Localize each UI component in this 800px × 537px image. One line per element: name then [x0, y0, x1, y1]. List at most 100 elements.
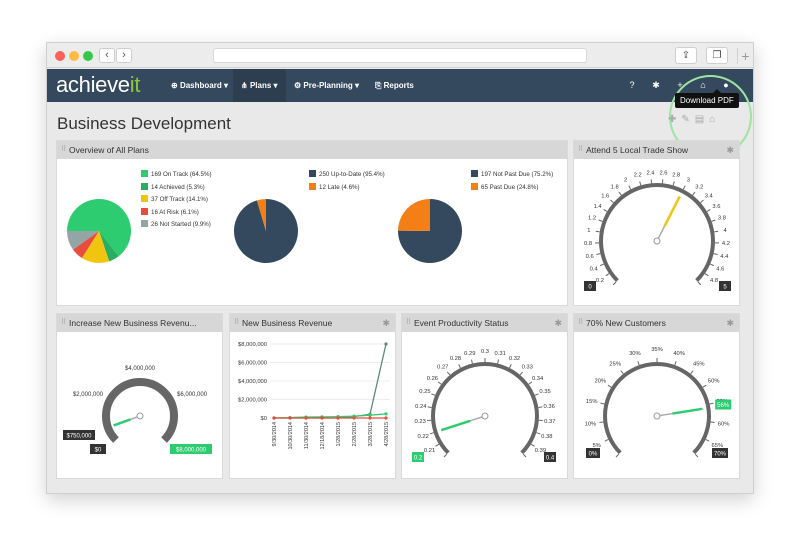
- gauge-tick: [596, 253, 601, 256]
- gauge-tick: [598, 219, 603, 222]
- nav-reports[interactable]: ⎘ Reports: [367, 69, 422, 102]
- due-legend: 197 Not Past Due (75.2%) 65 Past Due (24…: [471, 170, 553, 195]
- gauge-tick-label: 4.4: [720, 254, 729, 260]
- help-icon[interactable]: ?: [625, 69, 639, 102]
- data-point: [304, 416, 308, 420]
- drag-handle-icon[interactable]: ⠿: [234, 314, 239, 332]
- data-point: [288, 416, 292, 420]
- gauge-tick-label: 1.4: [594, 204, 603, 210]
- data-point: [272, 416, 276, 420]
- data-point: [320, 416, 324, 420]
- home-icon[interactable]: ⌂: [709, 114, 715, 125]
- drag-handle-icon[interactable]: ⠿: [61, 314, 66, 332]
- back-icon[interactable]: ‹: [99, 48, 115, 63]
- gear-icon[interactable]: ✱: [649, 69, 663, 102]
- revenue-line-chart: $0 $2,000,000 $4,000,000 $6,000,000 $8,000,0…: [238, 342, 390, 450]
- gauge-tick: [603, 209, 608, 212]
- gauge-tick-label: 3: [687, 178, 690, 184]
- close-window-icon[interactable]: [55, 51, 65, 61]
- new-customers-panel: ⠿ 70% New Customers ✱ 5% 10% 15% 20% 25% 30% 35%…: [573, 313, 740, 479]
- gauge-tick: [612, 281, 617, 286]
- gauge-tick: [704, 273, 709, 277]
- gauge-tick-label: 0.2: [596, 278, 604, 284]
- gauge-tick-label: 1.2: [588, 216, 596, 222]
- gauge-tick: [446, 371, 451, 376]
- gauge-tick-label: 40%: [673, 351, 685, 357]
- browser-chrome: ‹ › ⇪ ❐ +: [47, 43, 753, 68]
- gauge-tick-label: 3.2: [695, 184, 703, 190]
- gauge-tick: [639, 181, 642, 186]
- gauge-tick: [509, 364, 512, 369]
- gauge-tick-label: 0.24: [415, 404, 427, 410]
- trade-show-panel: ⠿ Attend 5 Local Trade Show ✱ 0.2 0.4 0.6 0.8…: [573, 140, 740, 306]
- gauge-tick-label: 0.8: [584, 241, 592, 247]
- data-point: [368, 416, 372, 420]
- gauge-tick-label: 0.36: [544, 404, 555, 410]
- gauge-tick-label: 15%: [586, 399, 598, 405]
- gauge-pivot: [653, 412, 661, 420]
- gauge-tick: [710, 263, 715, 267]
- gauge-tick-label: 10%: [585, 422, 597, 428]
- x-tick-label: 1/28/2015: [336, 422, 342, 446]
- gauge-tick-label: 0.37: [544, 419, 555, 425]
- customers-gauge: 5%10%15%20%25%30%35%40%45%50%55%60%65%0%…: [585, 347, 732, 458]
- gauge-tick: [437, 381, 442, 385]
- data-point: [336, 416, 340, 420]
- gauge-tick-label: 0.31: [495, 351, 506, 357]
- gauge-tick: [674, 361, 677, 366]
- gauge-tick: [534, 393, 539, 396]
- gauge-tick: [620, 370, 624, 375]
- gauge-tick: [628, 185, 632, 190]
- x-tick-label: 10/30/2014: [288, 422, 294, 450]
- gauge-tick-label: $2,000,000: [73, 392, 104, 398]
- new-business-revenue-panel: ⠿ New Business Revenue ✱ $0 $2,000,000 $4,00…: [229, 313, 396, 479]
- gauge-tick-label: 0.33: [522, 365, 533, 371]
- pdf-icon[interactable]: ▤: [695, 114, 704, 125]
- gauge-tick: [682, 185, 686, 190]
- drag-handle-icon[interactable]: ⠿: [578, 141, 583, 159]
- drag-handle-icon[interactable]: ⠿: [61, 141, 66, 159]
- minimize-window-icon[interactable]: [69, 51, 79, 61]
- app-logo[interactable]: achieveit: [56, 72, 140, 98]
- gauge-tick: [697, 281, 702, 286]
- drag-handle-icon[interactable]: ⠿: [406, 314, 411, 332]
- y-tick-label: $8,000,000: [238, 342, 267, 348]
- settings-icon[interactable]: ✱: [726, 314, 734, 332]
- add-widget-icon[interactable]: ✚: [668, 114, 676, 125]
- gauge-tick: [431, 393, 436, 396]
- gauge-min-label: 0%: [589, 452, 598, 458]
- gauge-tick-label: 1.8: [611, 184, 619, 190]
- nav-dashboard[interactable]: ⊕ Dashboard ▾: [163, 69, 236, 102]
- gauge-tick: [435, 443, 440, 447]
- gauge-tick-label: 0.4: [590, 266, 599, 272]
- gauge-value-label: 56%: [717, 403, 730, 409]
- gauge-tick: [528, 381, 533, 385]
- maximize-window-icon[interactable]: [83, 51, 93, 61]
- settings-icon[interactable]: ✱: [726, 141, 734, 159]
- gauge-tick-label: 0.27: [437, 365, 448, 371]
- gauge-tick-label: 0.25: [419, 389, 430, 395]
- gauge-tick-label: 60%: [718, 422, 730, 428]
- tabs-icon[interactable]: ❐: [706, 47, 728, 64]
- panel-title: Event Productivity Status: [414, 318, 509, 328]
- gauge-tick-label: 0.34: [532, 376, 544, 382]
- gauge-needle-value: [113, 418, 131, 427]
- y-tick-label: $0: [261, 416, 267, 422]
- gauge-pivot: [481, 412, 489, 420]
- gauge-tick: [618, 191, 622, 196]
- nav-preplanning[interactable]: ⚙ Pre-Planning ▾: [286, 69, 367, 102]
- gauge-tick: [519, 371, 524, 376]
- edit-icon[interactable]: ✎: [681, 114, 689, 125]
- gauge-pivot: [653, 237, 661, 245]
- settings-icon[interactable]: ✱: [554, 314, 562, 332]
- drag-handle-icon[interactable]: ⠿: [578, 314, 583, 332]
- share-icon[interactable]: ⇪: [675, 47, 697, 64]
- trade-gauge: 0.20.40.60.811.21.41.61.822.2 2.4 2.6 2.833…: [584, 170, 731, 291]
- address-bar[interactable]: [213, 48, 587, 63]
- forward-icon[interactable]: ›: [116, 48, 132, 63]
- gauge-tick: [692, 191, 696, 196]
- settings-icon[interactable]: ✱: [382, 314, 390, 332]
- new-tab-icon[interactable]: +: [737, 48, 753, 64]
- nav-plans[interactable]: ⋔ Plans ▾: [233, 69, 286, 102]
- gauge-tick-label: 2.8: [672, 173, 680, 179]
